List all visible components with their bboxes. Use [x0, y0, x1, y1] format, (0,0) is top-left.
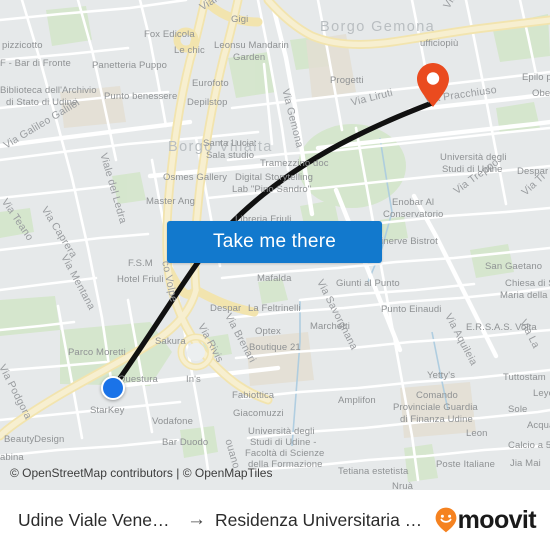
- moovit-route-map-screen: Borgo Gemona Borgo Villalta Viale Via Galil…: [0, 0, 550, 550]
- take-me-there-button[interactable]: Take me there: [167, 221, 382, 263]
- origin-marker[interactable]: [101, 376, 125, 400]
- route-destination-label: Residenza Universitaria Delle ...: [215, 509, 427, 530]
- route-origin-label: Udine Viale Venezi...: [18, 509, 178, 530]
- bottom-bar: Udine Viale Venezi... → Residenza Univer…: [0, 490, 550, 550]
- map-pin-icon: [417, 63, 449, 107]
- moovit-pin-icon: [435, 507, 457, 533]
- arrow-right-icon: →: [187, 508, 206, 530]
- moovit-wordmark: moovit: [457, 505, 537, 534]
- map-attribution[interactable]: © OpenStreetMap contributors | © OpenMap…: [10, 466, 272, 480]
- moovit-logo[interactable]: moovit: [435, 505, 537, 534]
- destination-marker[interactable]: [416, 62, 450, 113]
- map-canvas[interactable]: Borgo Gemona Borgo Villalta Viale Via Galil…: [0, 0, 550, 490]
- route-summary[interactable]: Udine Viale Venezi... → Residenza Univer…: [18, 510, 427, 531]
